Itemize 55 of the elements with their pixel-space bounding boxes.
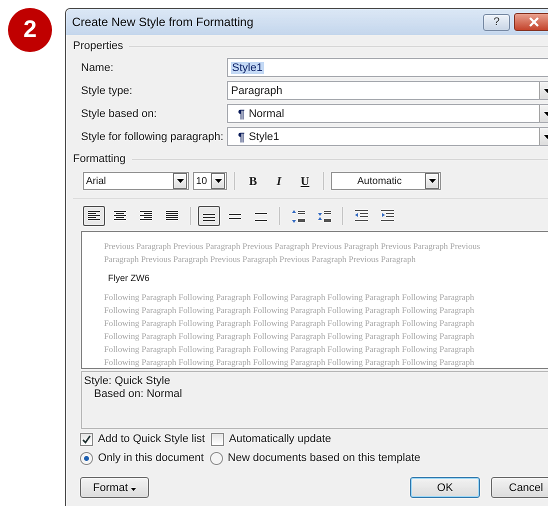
checkbox-option[interactable]: Automatically update [211,432,332,446]
paragraph-spacing-icon [292,210,304,222]
line-spacing-button[interactable] [198,206,220,226]
dropdown-arrow-icon [176,179,184,183]
following-paragraph-text: Following Paragraph Following Paragraph Following Paragraph Following Paragraph Following Paragraph [104,330,476,343]
dropdown-arrow-icon [428,179,436,183]
following-paragraph-text: Following Paragraph Following Paragraph Following Paragraph Following Paragraph Following Paragraph [104,343,476,356]
close-icon [528,17,540,27]
previous-paragraph-text: Paragraph Previous Paragraph Previous Paragraph Previous Paragraph Previous Paragraph [104,253,417,266]
field-label: Style based on: [81,108,158,120]
description-text: Style: Quick Style [84,375,172,388]
style-dropdown[interactable]: Paragraph [227,81,548,100]
step-badge: 2 [8,8,52,52]
indent-icon [380,210,394,222]
font-size-dropdown[interactable]: 10 [193,172,227,190]
underline-button[interactable]: U [294,171,316,191]
radio-option[interactable]: New documents based on this template [210,452,420,464]
checkbox-option[interactable]: Add to Quick Style list [80,432,205,446]
line-spacing-icon [255,210,267,222]
alignment-icon [140,211,152,221]
previous-paragraph-text: Previous Paragraph Previous Paragraph Previous Paragraph Previous Paragraph Previous Paragraph Previous [104,240,482,253]
field-label: Style for following paragraph: [81,130,224,142]
sample-text: Flyer ZW6 [107,272,150,285]
name-field[interactable]: Style1 [227,58,548,77]
alignment-icon [88,211,100,221]
field-label: Name: [81,62,114,74]
indent-icon [354,210,368,222]
radio-option[interactable]: Only in this document [80,452,204,464]
style-dropdown[interactable]: ¶ Style1 [227,127,548,146]
font-dropdown[interactable]: Arial [83,172,189,190]
close-button[interactable] [514,13,548,31]
style-dropdown[interactable]: ¶ Normal [227,104,548,123]
bold-button[interactable]: B [242,171,264,191]
italic-button[interactable]: I [268,171,290,191]
help-button[interactable]: ? [483,14,510,30]
section-heading: Properties [73,40,124,52]
field-label: Style type: [81,84,134,96]
following-paragraph-text: Following Paragraph Following Paragraph Following Paragraph Following Paragraph Following Paragraph [104,304,476,317]
following-paragraph-text: Following Paragraph Following Paragraph Following Paragraph Following Paragraph Following Paragraph [104,317,476,330]
following-paragraph-text: Following Paragraph Following Paragraph Following Paragraph Following Paragraph Following Paragraph [104,291,476,304]
section-heading: Formatting [73,153,126,165]
format-menu-button[interactable]: Format [80,477,149,498]
checkmark-icon [82,434,91,444]
ok-button[interactable]: OK [410,477,480,498]
paragraph-spacing-icon [318,210,330,222]
font-color-dropdown[interactable]: Automatic [331,172,441,190]
alignment-icon [114,211,126,221]
cancel-button[interactable]: Cancel [491,477,548,498]
following-paragraph-text: Following Paragraph Following Paragraph Following Paragraph Following Paragraph Following Paragraph [104,356,476,369]
alignment-icon [166,211,178,221]
window-title: Create New Style from Formatting [72,15,254,29]
caret-icon [130,488,136,490]
description-text: Based on: Normal [93,388,184,401]
dropdown-arrow-icon [214,179,222,183]
align-left-button[interactable] [83,206,105,226]
